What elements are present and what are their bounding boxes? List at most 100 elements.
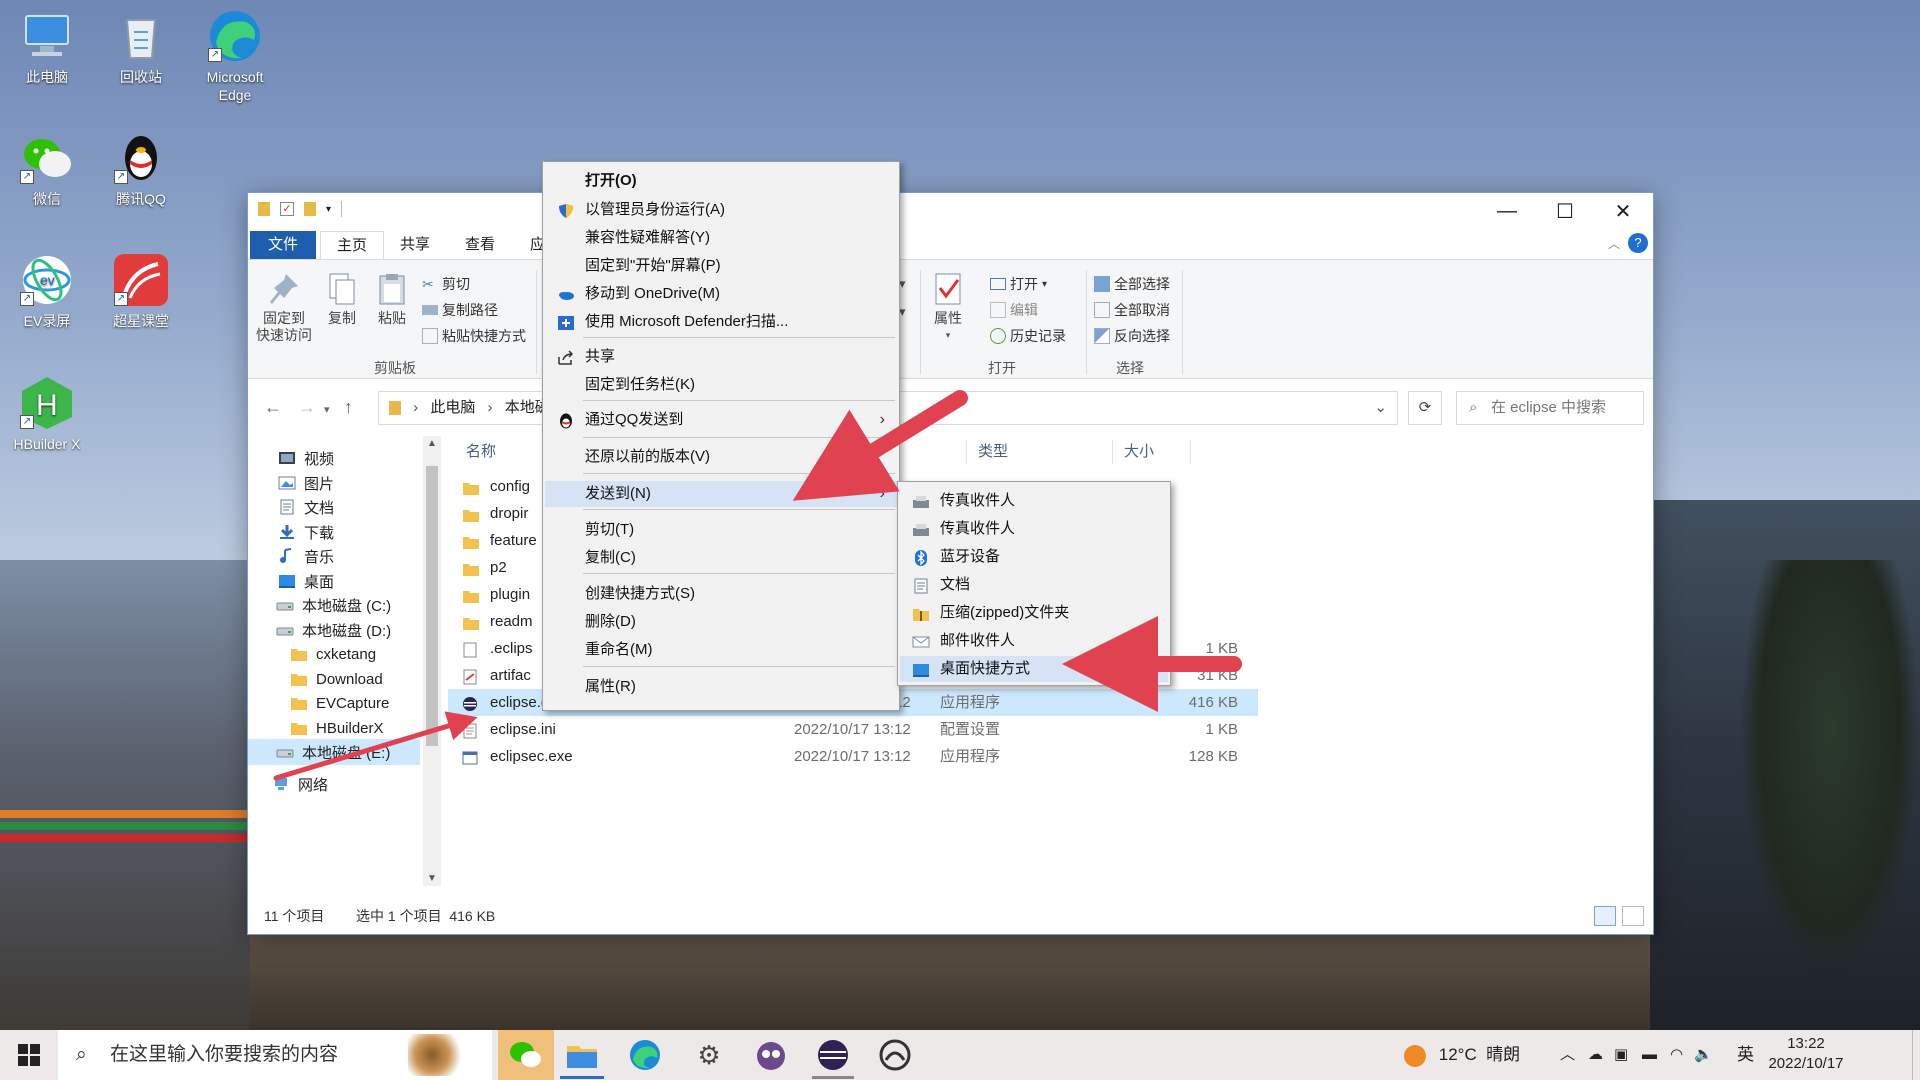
nav-item[interactable]: EVCapture <box>248 690 389 716</box>
send-to-item[interactable]: 蓝牙设备 <box>900 544 1168 570</box>
search-input[interactable]: ⌕ 在 eclipse 中搜索 <box>1456 391 1644 425</box>
nav-item[interactable]: 图片 <box>248 470 334 496</box>
nav-item[interactable]: 本地磁盘 (C:) <box>248 592 391 618</box>
taskbar-wechat-button[interactable] <box>498 1030 554 1080</box>
properties-check-icon[interactable]: ✓ <box>280 202 294 216</box>
context-menu-item[interactable]: 打开(O) <box>545 168 897 194</box>
open-button[interactable]: 打开 ▾ <box>990 274 1047 294</box>
refresh-button[interactable]: ⟳ <box>1408 391 1442 425</box>
nav-item[interactable]: 网络 <box>248 771 328 797</box>
column-name[interactable]: 名称 <box>466 436 496 468</box>
file-row[interactable]: eclipsec.exe 2022/10/17 13:12 应用程序 128 KB <box>448 743 1258 770</box>
context-menu-item[interactable]: 剪切(T) <box>545 517 897 543</box>
context-menu-item[interactable]: 创建快捷方式(S) <box>545 581 897 607</box>
new-folder-icon[interactable] <box>304 202 316 216</box>
clock[interactable]: 13:22 2022/10/17 <box>1766 1034 1846 1074</box>
desktop-icon-wechat[interactable]: ↗ 微信 <box>2 130 92 208</box>
context-menu-item[interactable]: 删除(D) <box>545 609 897 635</box>
desktop-icon-chaoxing[interactable]: ↗ 超星课堂 <box>96 252 186 330</box>
nav-item[interactable]: Download <box>248 666 383 692</box>
properties-button[interactable]: 属性 ▾ <box>928 272 968 344</box>
windows-start-icon[interactable] <box>18 1044 40 1066</box>
taskbar-edge-button[interactable] <box>628 1038 662 1072</box>
send-to-item[interactable]: 邮件收件人 <box>900 628 1168 654</box>
nav-item[interactable]: 文档 <box>248 494 334 520</box>
context-menu-item[interactable]: 移动到 OneDrive(M) <box>545 281 897 307</box>
taskbar-settings-button[interactable]: ⚙ <box>692 1038 726 1072</box>
forward-button[interactable]: → <box>298 397 316 418</box>
nav-item[interactable]: 桌面 <box>248 568 334 594</box>
desktop-icon-hbuilder[interactable]: H ↗ HBuilder X <box>2 375 92 453</box>
context-menu-item[interactable]: 共享 <box>545 344 897 370</box>
battery-icon[interactable]: ▬ <box>1642 1030 1657 1080</box>
taskbar-file-explorer-button[interactable] <box>565 1038 599 1072</box>
wifi-icon[interactable]: ◠ <box>1670 1030 1683 1080</box>
context-menu-item[interactable]: 发送到(N) › <box>545 481 897 507</box>
help-icon[interactable]: ? <box>1628 233 1648 253</box>
qat-dropdown-icon[interactable]: ▾ <box>326 204 331 215</box>
nav-scrollbar[interactable]: ▲ ▼ <box>423 436 441 886</box>
context-menu-item[interactable]: 以管理员身份运行(A) <box>545 197 897 223</box>
file-row[interactable]: eclipse.ini 2022/10/17 13:12 配置设置 1 KB <box>448 716 1258 743</box>
edit-button[interactable]: 编辑 <box>990 300 1038 320</box>
taskbar-eclipse-button[interactable] <box>816 1038 850 1072</box>
taskbar-search-input[interactable]: ⌕ 在这里输入你要搜索的内容 <box>58 1030 492 1080</box>
tab-home[interactable]: 主页 <box>320 231 385 259</box>
desktop-icon-ev-recorder[interactable]: ev ↗ EV录屏 <box>2 252 92 330</box>
scroll-down-icon[interactable]: ▼ <box>427 873 437 884</box>
show-desktop-button[interactable] <box>1912 1030 1920 1080</box>
send-to-item[interactable]: 桌面快捷方式 <box>900 656 1168 682</box>
select-all-button[interactable]: 全部选择 <box>1094 274 1170 294</box>
address-dropdown-icon[interactable]: ⌄ <box>1374 392 1387 424</box>
desktop-icon-edge[interactable]: ↗ Microsoft Edge <box>190 8 280 104</box>
nav-item[interactable]: 视频 <box>248 445 334 471</box>
tab-view[interactable]: 查看 <box>449 231 511 259</box>
send-to-item[interactable]: 传真收件人 <box>900 488 1168 514</box>
nav-item[interactable]: HBuilderX <box>248 715 384 741</box>
scroll-thumb[interactable] <box>426 466 438 746</box>
scroll-up-icon[interactable]: ▲ <box>427 438 437 449</box>
display-icon[interactable]: ▣ <box>1614 1030 1628 1080</box>
desktop-icon-qq[interactable]: ↗ 腾讯QQ <box>96 130 186 208</box>
column-size[interactable]: 大小 <box>1124 436 1154 468</box>
input-method-indicator[interactable]: 英 <box>1737 1030 1754 1080</box>
send-to-item[interactable]: 传真收件人 <box>900 516 1168 542</box>
breadcrumb-this-pc[interactable]: 此电脑 <box>430 399 475 416</box>
context-menu-item[interactable]: 兼容性疑难解答(Y) <box>545 225 897 251</box>
nav-item[interactable]: cxketang <box>248 641 376 667</box>
nav-item[interactable]: 音乐 <box>248 543 334 569</box>
context-menu-item[interactable]: 使用 Microsoft Defender扫描... <box>545 309 897 335</box>
cloud-icon[interactable]: ☁ <box>1588 1030 1603 1080</box>
pin-quick-access-button[interactable]: 固定到 快速访问 <box>256 272 312 344</box>
recent-dropdown-icon[interactable]: ▾ <box>324 403 330 416</box>
details-view-icon[interactable] <box>1594 906 1616 926</box>
desktop-icon-recycle-bin[interactable]: 回收站 <box>96 8 186 86</box>
paste-button[interactable]: 粘贴 <box>372 272 412 327</box>
weather-widget[interactable]: 12°C 晴朗 <box>1404 1030 1520 1080</box>
copy-button[interactable]: 复制 <box>322 272 362 327</box>
desktop-icon-this-pc[interactable]: 此电脑 <box>2 8 92 86</box>
tab-file[interactable]: 文件 <box>250 231 316 259</box>
context-menu-item[interactable]: 复制(C) <box>545 545 897 571</box>
select-none-button[interactable]: 全部取消 <box>1094 300 1170 320</box>
taskbar-ev-button[interactable] <box>754 1038 788 1072</box>
nav-item[interactable]: 本地磁盘 (E:) <box>248 739 420 765</box>
context-menu-item[interactable]: 固定到任务栏(K) <box>545 372 897 398</box>
up-button[interactable]: ↑ <box>344 397 353 418</box>
copy-path-button[interactable]: 复制路径 <box>422 300 498 320</box>
context-menu-item[interactable]: 属性(R) <box>545 674 897 700</box>
history-button[interactable]: 历史记录 <box>990 326 1066 346</box>
context-menu-item[interactable]: 还原以前的版本(V) <box>545 444 897 470</box>
context-menu-item[interactable]: 通过QQ发送到 › <box>545 407 897 433</box>
send-to-item[interactable]: 压缩(zipped)文件夹 <box>900 600 1168 626</box>
column-type[interactable]: 类型 <box>978 436 1008 468</box>
context-menu-item[interactable]: 固定到"开始"屏幕(P) <box>545 253 897 279</box>
cut-button[interactable]: ✂ 剪切 <box>422 274 470 294</box>
context-menu-item[interactable]: 重命名(M) <box>545 637 897 663</box>
send-to-item[interactable]: 文档 <box>900 572 1168 598</box>
nav-item[interactable]: 本地磁盘 (D:) <box>248 617 391 643</box>
maximize-button[interactable]: ☐ <box>1536 193 1594 229</box>
show-hidden-icons-button[interactable]: ︿ <box>1560 1030 1575 1080</box>
invert-selection-button[interactable]: 反向选择 <box>1094 326 1170 346</box>
back-button[interactable]: ← <box>264 397 282 418</box>
